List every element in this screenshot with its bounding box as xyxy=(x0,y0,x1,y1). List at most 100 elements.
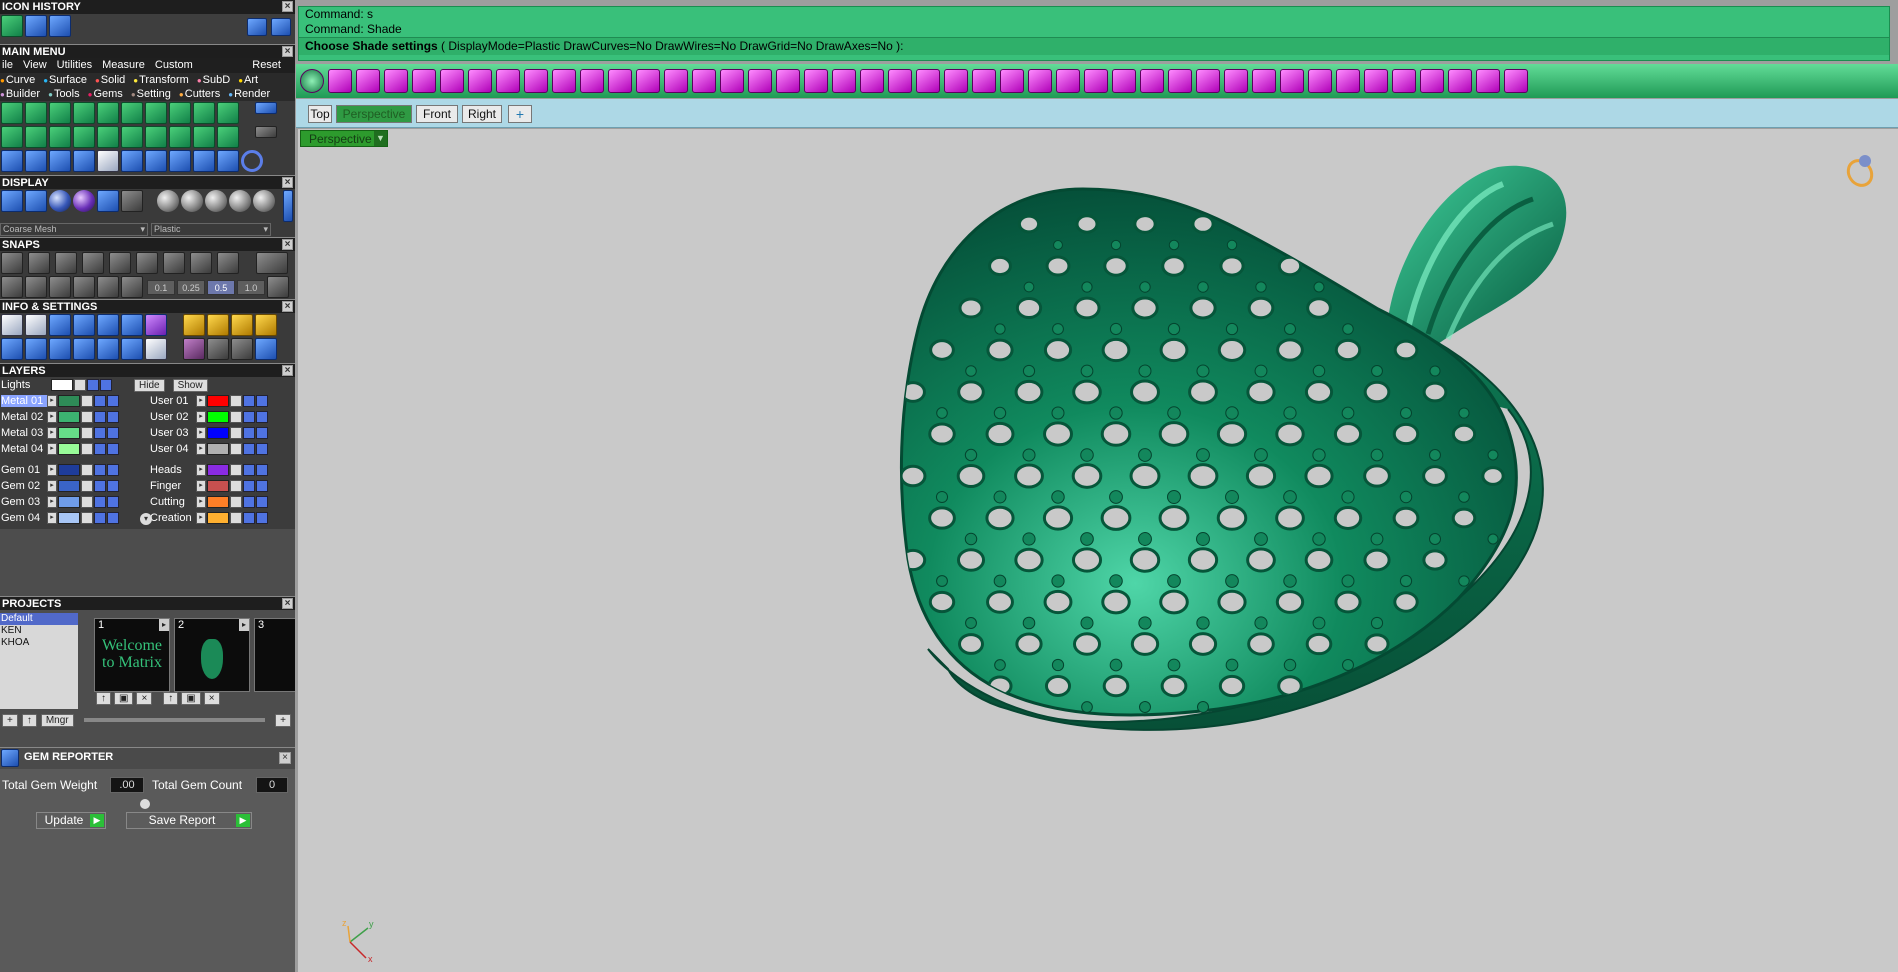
toolbar-tool-icon[interactable] xyxy=(720,69,744,93)
toolbar-tool-icon[interactable] xyxy=(468,69,492,93)
category-render[interactable]: Render xyxy=(228,88,270,100)
project-thumbnail-1[interactable]: 1 ▸ Welcome to Matrix xyxy=(94,618,170,692)
layer-arrow-icon[interactable]: ▸ xyxy=(196,464,206,476)
tab-top[interactable]: Top xyxy=(308,105,332,123)
layer-arrow-icon[interactable]: ▸ xyxy=(196,395,206,407)
transform-tool-icon[interactable] xyxy=(73,150,95,172)
visibility-icon[interactable] xyxy=(256,496,268,508)
metal-sphere-icon[interactable] xyxy=(205,190,227,212)
toolbar-tool-icon[interactable] xyxy=(496,69,520,93)
shaded-sphere-icon[interactable] xyxy=(49,190,71,212)
grid-toggle-icon[interactable] xyxy=(267,276,289,298)
curve-tool-icon[interactable] xyxy=(145,126,167,148)
close-icon[interactable]: × xyxy=(282,46,293,57)
toolbar-tool-icon[interactable] xyxy=(692,69,716,93)
info-icon[interactable] xyxy=(49,338,71,360)
curve-tool-icon[interactable] xyxy=(217,102,239,124)
history-icon-1[interactable] xyxy=(1,15,23,37)
category-transform[interactable]: Transform xyxy=(133,74,189,86)
tab-right[interactable]: Right xyxy=(462,105,502,123)
visibility-icon[interactable] xyxy=(256,427,268,439)
lock-icon[interactable] xyxy=(230,496,242,508)
material-sphere-icon[interactable] xyxy=(73,190,95,212)
expand-arrow-icon[interactable]: ▾ xyxy=(140,513,152,525)
visibility-icon[interactable] xyxy=(256,480,268,492)
layer-name[interactable]: Cutting xyxy=(150,496,196,508)
layer-row[interactable]: User 03 ▸ xyxy=(149,425,294,441)
toolbar-tool-icon[interactable] xyxy=(1364,69,1388,93)
snap-icon[interactable] xyxy=(28,252,50,274)
visibility-icon[interactable] xyxy=(243,512,255,524)
layer-name[interactable]: User 03 xyxy=(150,427,196,439)
lock-icon[interactable] xyxy=(230,443,242,455)
mesh-select[interactable]: Coarse Mesh xyxy=(0,223,148,236)
layer-arrow-icon[interactable]: ▸ xyxy=(47,464,57,476)
layer-color-swatch[interactable] xyxy=(207,395,229,407)
up-project-button[interactable]: ↑ xyxy=(21,713,37,727)
display-option-icon[interactable] xyxy=(121,190,143,212)
category-curve[interactable]: Curve xyxy=(0,74,35,86)
snap-icon[interactable] xyxy=(82,252,104,274)
visibility-icon[interactable] xyxy=(94,427,106,439)
filter-icon[interactable] xyxy=(97,338,119,360)
toolbar-tool-icon[interactable] xyxy=(1308,69,1332,93)
toggle-icon[interactable] xyxy=(255,126,277,138)
move-icon[interactable] xyxy=(97,150,119,172)
toolbar-tool-icon[interactable] xyxy=(580,69,604,93)
toolbar-tool-icon[interactable] xyxy=(1224,69,1248,93)
visibility-icon[interactable] xyxy=(243,427,255,439)
close-icon[interactable]: × xyxy=(282,239,293,250)
visibility-icon[interactable] xyxy=(243,411,255,423)
snap-icon[interactable] xyxy=(55,252,77,274)
curve-tool-icon[interactable] xyxy=(169,126,191,148)
project-plus-button[interactable]: + xyxy=(275,713,291,727)
visibility-icon[interactable] xyxy=(107,427,119,439)
visibility-icon[interactable] xyxy=(94,395,106,407)
snap-tool-icon[interactable] xyxy=(97,276,119,298)
layer-row[interactable]: Metal 01 ▸ xyxy=(0,393,145,409)
info-icon[interactable] xyxy=(255,338,277,360)
command-line[interactable]: Command: s Command: Shade Choose Shade s… xyxy=(298,6,1890,61)
toolbar-tool-icon[interactable] xyxy=(804,69,828,93)
toolbar-tool-icon[interactable] xyxy=(412,69,436,93)
category-art[interactable]: Art xyxy=(238,74,258,86)
toolbar-tool-icon[interactable] xyxy=(1504,69,1528,93)
layer-name[interactable]: Gem 03 xyxy=(1,496,47,508)
heart-pendant-model[interactable] xyxy=(298,129,1898,972)
metal-sphere-icon[interactable] xyxy=(229,190,251,212)
info-icon[interactable] xyxy=(183,314,205,336)
wireframe-icon[interactable] xyxy=(1,190,23,212)
category-solid[interactable]: Solid xyxy=(95,74,125,86)
close-icon[interactable]: × xyxy=(282,365,293,376)
layer-arrow-icon[interactable]: ▸ xyxy=(196,480,206,492)
thumb-delete-button[interactable]: × xyxy=(203,692,220,705)
history-icon-2[interactable] xyxy=(25,15,47,37)
project-item-ken[interactable]: KEN xyxy=(0,625,78,637)
snap-value-0-1[interactable]: 0.1 xyxy=(147,279,175,295)
layer-name[interactable]: Heads xyxy=(150,464,196,476)
layer-color-swatch[interactable] xyxy=(58,443,80,455)
metal-sphere-icon[interactable] xyxy=(157,190,179,212)
toolbar-tool-icon[interactable] xyxy=(1196,69,1220,93)
tab-perspective[interactable]: Perspective xyxy=(336,105,412,123)
transform-tool-icon[interactable] xyxy=(193,150,215,172)
display-mode-icon[interactable] xyxy=(25,190,47,212)
layer-row[interactable]: Gem 04 ▸ xyxy=(0,510,145,526)
lights-swatch[interactable] xyxy=(51,379,73,391)
display-slider[interactable] xyxy=(283,190,293,222)
close-icon[interactable]: × xyxy=(279,752,291,764)
layer-color-swatch[interactable] xyxy=(58,480,80,492)
transform-tool-icon[interactable] xyxy=(49,150,71,172)
document-icon[interactable] xyxy=(145,338,167,360)
category-gems[interactable]: Gems xyxy=(88,88,122,100)
visibility-icon[interactable] xyxy=(94,512,106,524)
layer-name[interactable]: Gem 04 xyxy=(1,512,47,524)
visibility-icon[interactable] xyxy=(107,464,119,476)
layer-name[interactable]: User 01 xyxy=(150,395,196,407)
category-subd[interactable]: SubD xyxy=(197,74,231,86)
layer-arrow-icon[interactable]: ▸ xyxy=(196,496,206,508)
layer-name[interactable]: Gem 01 xyxy=(1,464,47,476)
layer-row[interactable]: Finger ▸ xyxy=(149,478,294,494)
visibility-icon[interactable] xyxy=(94,411,106,423)
thumb-delete-button[interactable]: × xyxy=(136,692,153,705)
